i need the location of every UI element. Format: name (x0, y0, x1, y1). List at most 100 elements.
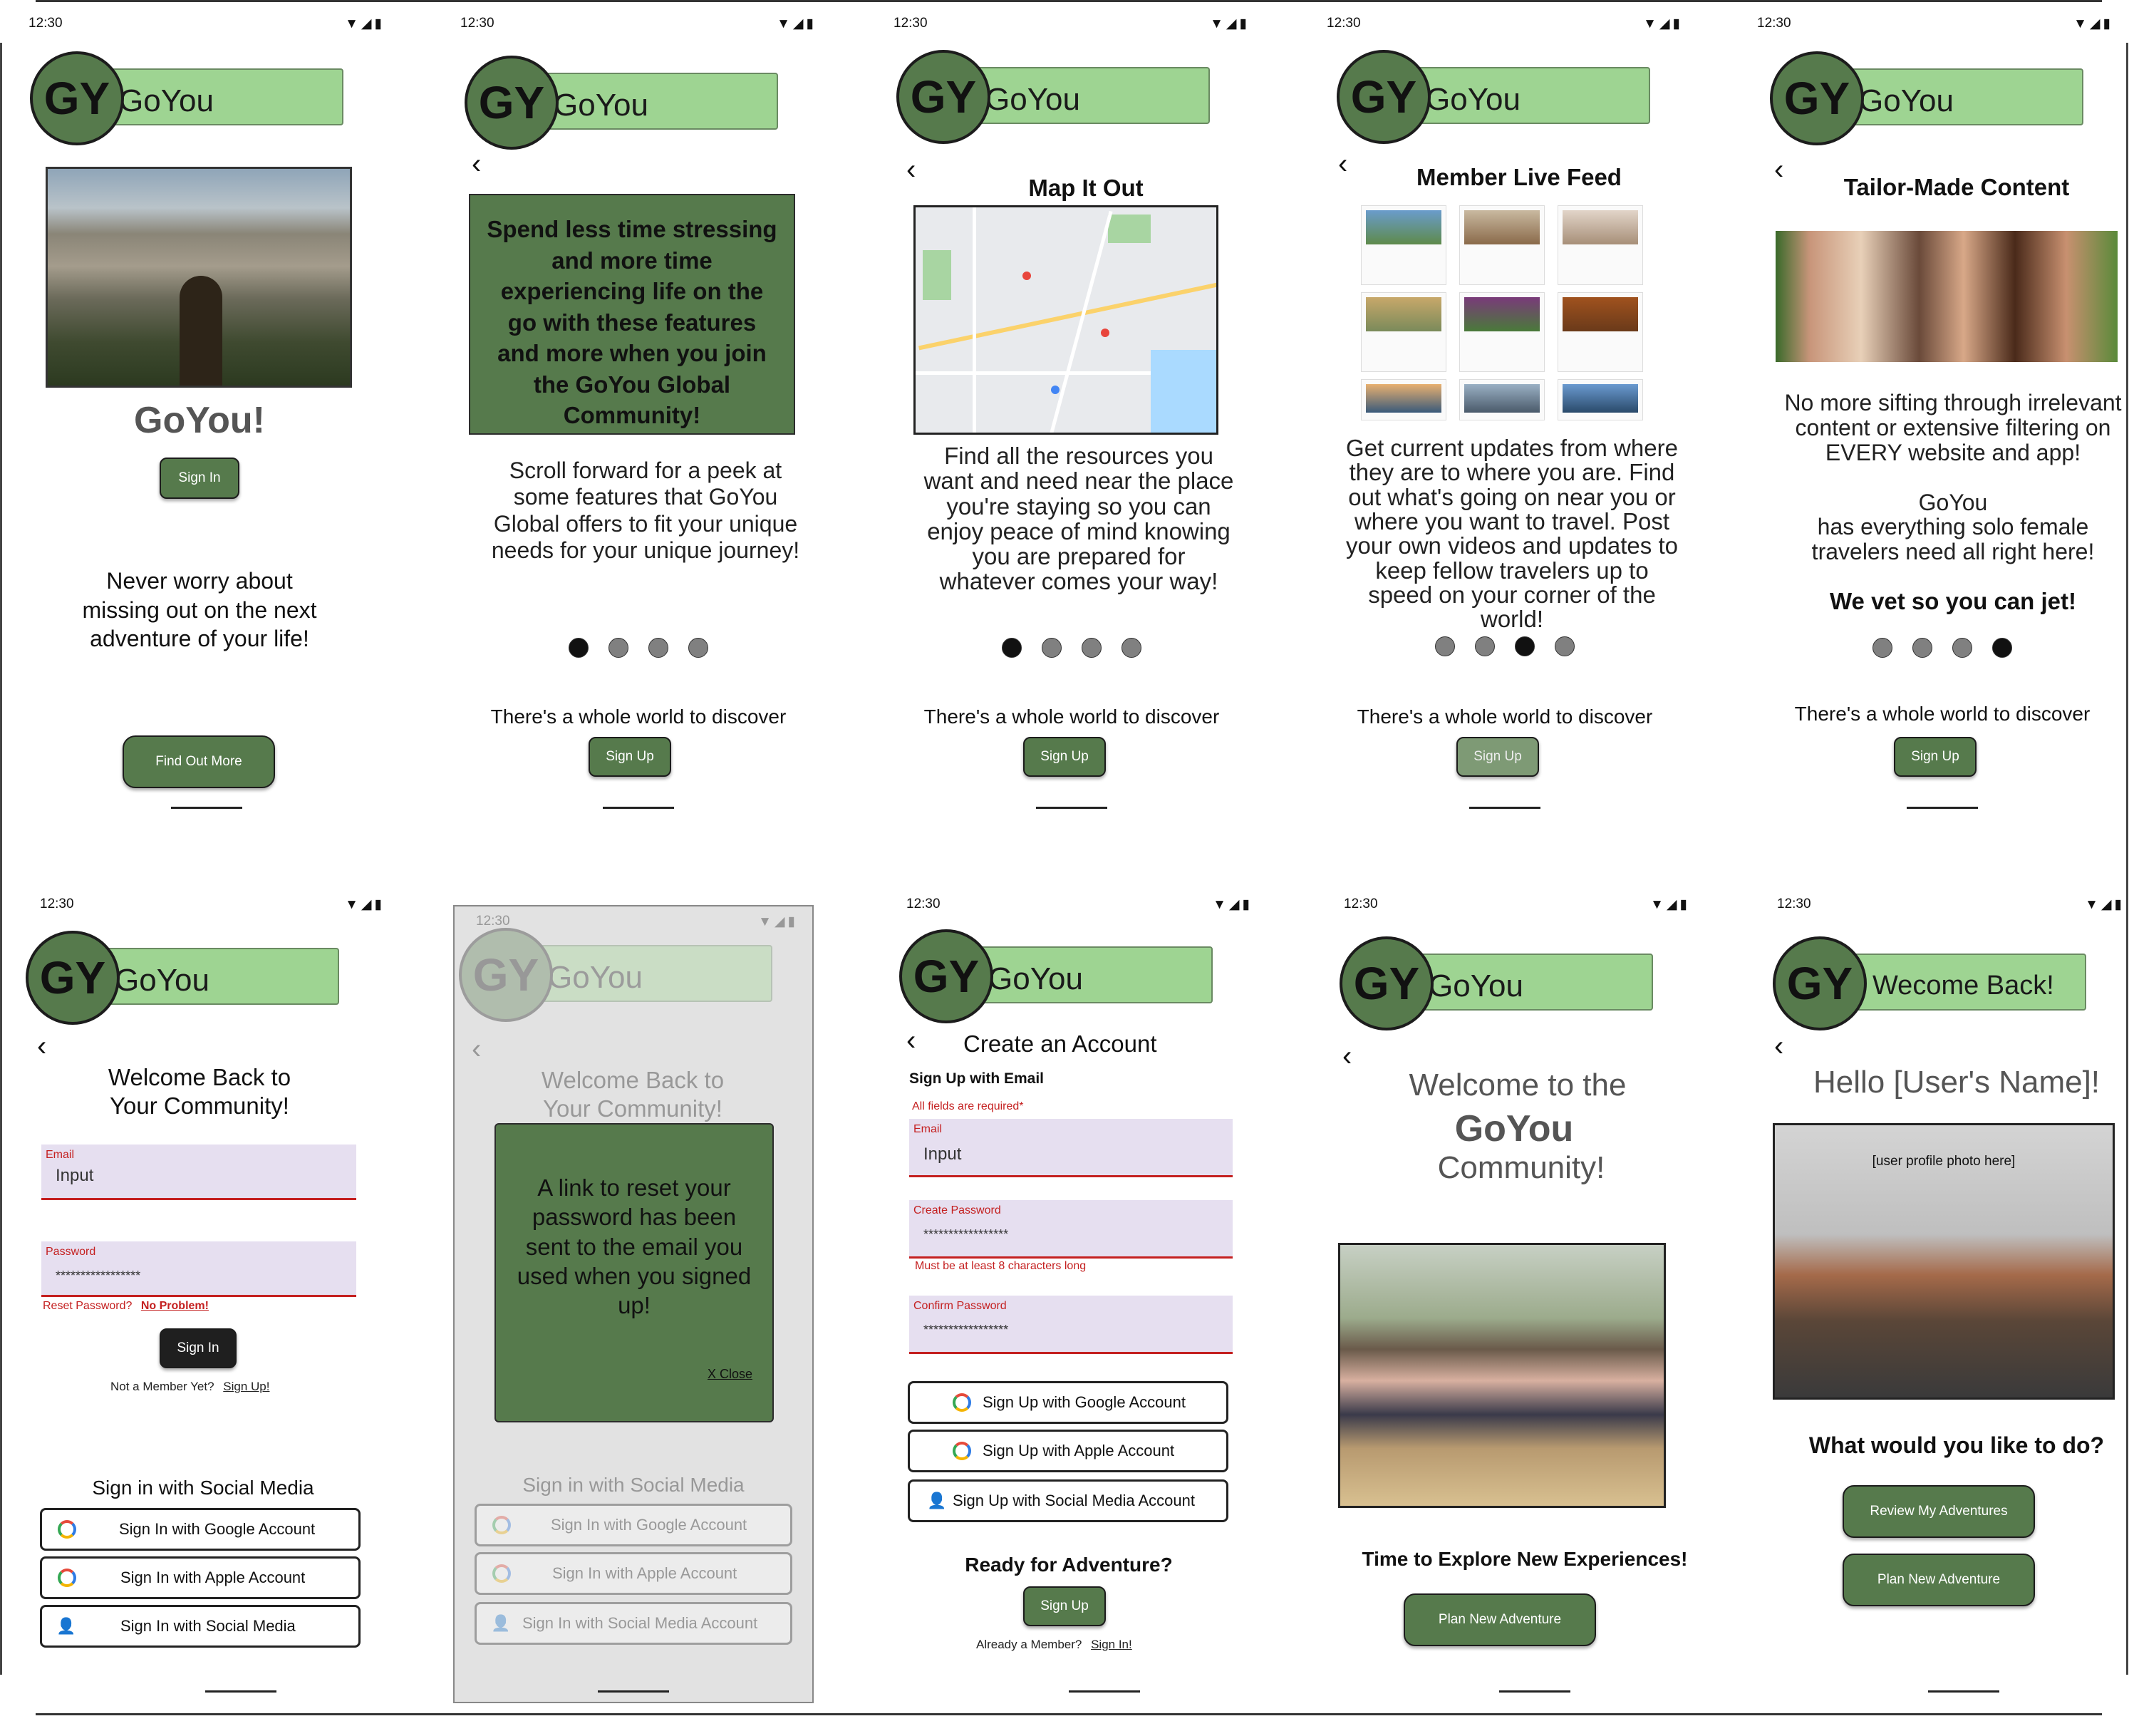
page-dot-1[interactable] (1002, 638, 1022, 658)
status-bar: 12:30 ▼◢▮ (0, 0, 413, 43)
page-dot-1[interactable] (569, 638, 589, 658)
status-time: 12:30 (1344, 897, 1378, 911)
goyou-logo: GoYou GY (899, 922, 1227, 1023)
page-dot-3[interactable] (1952, 638, 1972, 658)
password-field[interactable]: Password ***************** (41, 1241, 356, 1297)
home-indicator (1069, 1690, 1140, 1693)
feed-thumb (1563, 210, 1638, 244)
page-dot-3[interactable] (648, 638, 668, 658)
signal-battery-icon: ▼◢▮ (2085, 897, 2125, 912)
sign-up-link[interactable]: Sign Up! (223, 1380, 269, 1393)
page-dot-2[interactable] (1912, 638, 1932, 658)
sign-in-link[interactable]: Sign In! (1091, 1638, 1132, 1651)
page-dot-4[interactable] (1122, 638, 1141, 658)
logo-initials: GY (913, 951, 980, 1002)
status-bar: 12:30 ▼◢▮ (0, 881, 413, 924)
plan-adventure-button[interactable]: Plan New Adventure (1404, 1593, 1596, 1646)
logo-name: GoYou (115, 963, 209, 998)
feed-card[interactable] (1558, 379, 1643, 420)
page-dot-3[interactable] (1515, 636, 1535, 656)
status-bar: 12:30 ▼◢▮ (1729, 881, 2129, 924)
required-note: All fields are required* (912, 1100, 1024, 1112)
social-media-sign-in-button[interactable]: 👤 Sign In with Social Media Account (475, 1602, 792, 1645)
page-dot-4[interactable] (1992, 638, 2012, 658)
sign-up-button[interactable]: Sign Up (1456, 737, 1539, 777)
feed-card[interactable] (1459, 379, 1545, 420)
page-dot-1[interactable] (1435, 636, 1455, 656)
page-dot-2[interactable] (1475, 636, 1495, 656)
tailor-body-1: No more sifting through irrelevant conte… (1784, 390, 2122, 466)
page-dot-2[interactable] (1042, 638, 1062, 658)
page-dot-2[interactable] (608, 638, 628, 658)
review-adventures-button[interactable]: Review My Adventures (1843, 1485, 2035, 1538)
logo-initials: GY (1353, 958, 1420, 1009)
map-image (913, 205, 1218, 435)
sign-up-button[interactable]: Sign Up (1023, 737, 1106, 777)
sign-in-button[interactable]: Sign In (160, 458, 239, 499)
modal-close-button[interactable]: X Close (708, 1367, 752, 1382)
apple-sign-in-button[interactable]: Sign In with Apple Account (40, 1556, 361, 1599)
page-title: Tailor-Made Content (1843, 174, 2070, 200)
feed-card[interactable] (1361, 292, 1446, 372)
status-bar: 12:30 ▼◢▮ (1297, 881, 1710, 924)
page-dot-1[interactable] (1872, 638, 1892, 658)
sign-in-button[interactable]: Sign In (160, 1328, 237, 1368)
home-indicator (603, 807, 674, 809)
sign-up-button[interactable]: Sign Up (1023, 1586, 1106, 1626)
password-value: ***************** (56, 1269, 141, 1283)
page-dot-3[interactable] (1082, 638, 1102, 658)
home-indicator (1469, 807, 1540, 809)
back-chevron-icon[interactable]: ‹ (37, 1032, 46, 1060)
google-sign-up-button[interactable]: Sign Up with Google Account (908, 1381, 1228, 1424)
status-bar: 12:30 ▼◢▮ (432, 0, 845, 43)
back-chevron-icon[interactable]: ‹ (1774, 1032, 1783, 1060)
map-pin-icon (1051, 386, 1060, 394)
feed-thumb (1464, 210, 1540, 244)
social-media-sign-up-button[interactable]: 👤 Sign Up with Social Media Account (908, 1479, 1228, 1522)
find-out-more-button[interactable]: Find Out More (123, 735, 275, 788)
google-sign-in-label: Sign In with Google Account (551, 1516, 747, 1534)
plan-adventure-button[interactable]: Plan New Adventure (1843, 1554, 2035, 1606)
back-chevron-icon[interactable]: ‹ (906, 1026, 916, 1055)
back-chevron-icon[interactable]: ‹ (472, 1035, 481, 1063)
feed-card[interactable] (1361, 205, 1446, 285)
reset-password-link[interactable]: No Problem! (141, 1300, 209, 1312)
feed-card[interactable] (1459, 292, 1545, 372)
apple-sign-in-button[interactable]: Sign In with Apple Account (475, 1552, 792, 1595)
logo-name: GoYou (1429, 968, 1523, 1003)
not-member-row: Not a Member Yet? Sign Up! (110, 1380, 269, 1394)
back-chevron-icon[interactable]: ‹ (1342, 1042, 1352, 1070)
signal-battery-icon: ▼◢▮ (777, 16, 817, 31)
feed-card[interactable] (1361, 379, 1446, 420)
goyou-logo: GoYou GY (30, 44, 358, 145)
email-field[interactable]: Email Input (909, 1119, 1233, 1177)
explore-text: Time to Explore New Experiences! (1362, 1548, 1688, 1570)
logo-name: GoYou (1859, 83, 1954, 118)
logo-welcome-back: Wecome Back! (1872, 971, 2054, 1001)
page-dot-4[interactable] (1555, 636, 1575, 656)
google-sign-in-button[interactable]: Sign In with Google Account (475, 1504, 792, 1546)
feed-body: Get current updates from where they are … (1346, 435, 1678, 633)
sign-up-button[interactable]: Sign Up (1894, 737, 1977, 777)
create-password-field[interactable]: Create Password ***************** (909, 1200, 1233, 1259)
signal-battery-icon: ▼◢▮ (1643, 16, 1683, 31)
feed-card[interactable] (1558, 292, 1643, 372)
feed-card[interactable] (1558, 205, 1643, 285)
map-road (1050, 210, 1113, 433)
page-title: Member Live Feed (1416, 164, 1622, 190)
page-dot-4[interactable] (688, 638, 708, 658)
sign-up-button[interactable]: Sign Up (589, 737, 671, 777)
goyou-logo: GoYou GY (26, 924, 353, 1025)
goyou-logo: GoYou GY (459, 921, 787, 1022)
feed-thumb (1366, 384, 1441, 413)
feed-card[interactable] (1459, 205, 1545, 285)
home-indicator (1907, 807, 1978, 809)
email-field[interactable]: Email Input (41, 1145, 356, 1200)
social-media-sign-in-button[interactable]: 👤 Sign In with Social Media (40, 1605, 361, 1648)
google-sign-in-button[interactable]: Sign In with Google Account (40, 1508, 361, 1551)
status-bar: 12:30 ▼◢▮ (1729, 0, 2129, 43)
apple-sign-up-button[interactable]: Sign Up with Apple Account (908, 1430, 1228, 1472)
confirm-password-field[interactable]: Confirm Password ***************** (909, 1296, 1233, 1354)
back-chevron-icon[interactable]: ‹ (472, 150, 481, 178)
status-time: 12:30 (1757, 16, 1791, 31)
